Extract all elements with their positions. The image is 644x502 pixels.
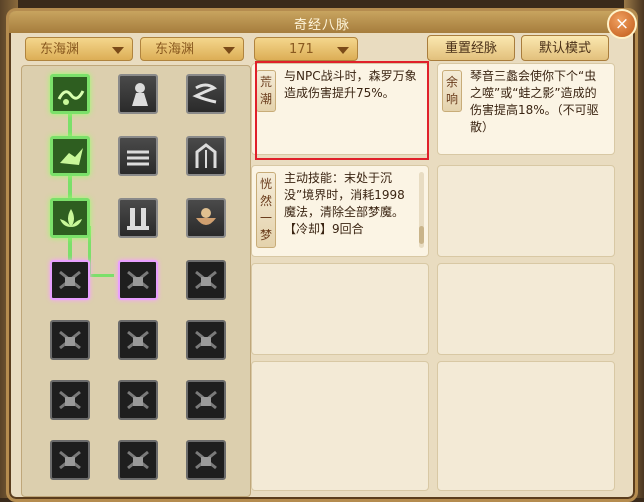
card-tag: 恍然一梦 (256, 172, 276, 248)
pillar-icon (127, 208, 149, 230)
chevron-down-icon (112, 47, 124, 54)
talent-node-locked[interactable] (118, 380, 158, 420)
talent-node-locked[interactable] (50, 260, 90, 300)
talent-node[interactable] (118, 198, 158, 238)
talent-node-locked[interactable] (186, 320, 226, 360)
talent-node-locked[interactable] (50, 320, 90, 360)
talent-node-huangranyimeng[interactable] (50, 198, 90, 238)
dropdown-value: 171 (289, 42, 314, 57)
dropdown-value: 东海渊 (155, 42, 195, 57)
card-description: 与NPC战斗时，森罗万象造成伤害提升75%。 (284, 69, 417, 100)
talent-node-locked[interactable] (118, 320, 158, 360)
chevron-down-icon (337, 47, 349, 54)
reset-meridian-button[interactable]: 重置经脉 (427, 35, 515, 61)
chain-lock-icon (195, 270, 217, 290)
talent-card-empty (437, 165, 615, 257)
talent-node-locked[interactable] (118, 260, 158, 300)
school-dropdown-2[interactable]: 东海渊 (140, 37, 244, 61)
school-dropdown-1[interactable]: 东海渊 (25, 37, 133, 61)
talent-node[interactable] (186, 136, 226, 176)
bird-icon (60, 148, 83, 165)
talent-node[interactable] (118, 136, 158, 176)
level-dropdown[interactable]: 171 (254, 37, 358, 61)
title-bar[interactable]: 奇经八脉 (9, 11, 635, 33)
chain-lock-icon (59, 450, 81, 470)
connector (88, 274, 114, 277)
talent-node[interactable] (118, 74, 158, 114)
talent-node-locked[interactable] (50, 380, 90, 420)
chain-lock-icon (195, 390, 217, 410)
swirl-icon (192, 83, 218, 104)
card-tag: 余响 (442, 70, 462, 112)
wave-icon (57, 90, 85, 105)
figure-icon (132, 83, 148, 106)
chain-lock-icon (195, 330, 217, 350)
talent-card-empty (437, 361, 615, 491)
talent-node-yuxiang[interactable] (50, 136, 90, 176)
talent-node[interactable] (186, 74, 226, 114)
card-description: 主动技能：末处于沉没”境界时，消耗1998魔法，清除全部梦魔。 【冷却】9回合 (284, 171, 405, 236)
connector (68, 236, 72, 262)
talent-node-locked[interactable] (186, 380, 226, 420)
meridian-panel: 奇经八脉 × 东海渊 东海渊 171 重置经脉 默认模式 荒潮 与NPC战斗时，… (6, 8, 638, 502)
talent-card-empty (251, 361, 429, 491)
talent-node-locked[interactable] (186, 260, 226, 300)
chain-lock-icon (59, 390, 81, 410)
connector (68, 112, 72, 138)
talent-node-huangchao[interactable] (50, 74, 90, 114)
bowl-icon (196, 208, 216, 225)
chain-lock-icon (127, 390, 149, 410)
gate-icon (195, 143, 217, 168)
lotus-icon (60, 209, 82, 227)
talent-node-locked[interactable] (118, 440, 158, 480)
talent-card-huangranyimeng[interactable]: 恍然一梦 主动技能：末处于沉没”境界时，消耗1998魔法，清除全部梦魔。 【冷却… (251, 165, 429, 257)
talent-card-empty (251, 263, 429, 355)
chain-lock-icon (59, 270, 81, 290)
talent-card-empty (437, 263, 615, 355)
talent-card-yuxiang[interactable]: 余响 琴音三蠡会使你下个“虫之噬”或“蛙之影”造成的伤害提高18%。（不可驱散） (437, 63, 615, 155)
chain-lock-icon (195, 450, 217, 470)
card-description: 琴音三蠡会使你下个“虫之噬”或“蛙之影”造成的伤害提高18%。（不可驱散） (470, 69, 599, 134)
mist-icon (127, 150, 149, 166)
card-tag: 荒潮 (256, 70, 276, 112)
talent-node-locked[interactable] (186, 440, 226, 480)
talent-card-huangchao[interactable]: 荒潮 与NPC战斗时，森罗万象造成伤害提升75%。 (251, 63, 429, 155)
window-title: 奇经八脉 (293, 18, 350, 33)
chain-lock-icon (59, 330, 81, 350)
chevron-down-icon (223, 47, 235, 54)
connector (68, 174, 72, 200)
talent-node-locked[interactable] (50, 440, 90, 480)
chain-lock-icon (127, 450, 149, 470)
close-button[interactable]: × (607, 9, 637, 39)
talent-node[interactable] (186, 198, 226, 238)
scroll-thumb[interactable] (419, 226, 424, 244)
default-mode-button[interactable]: 默认模式 (521, 35, 609, 61)
chain-lock-icon (127, 270, 149, 290)
chain-lock-icon (127, 330, 149, 350)
card-scrollbar[interactable] (419, 172, 424, 248)
talent-tree (21, 65, 251, 497)
dropdown-value: 东海渊 (40, 42, 80, 57)
